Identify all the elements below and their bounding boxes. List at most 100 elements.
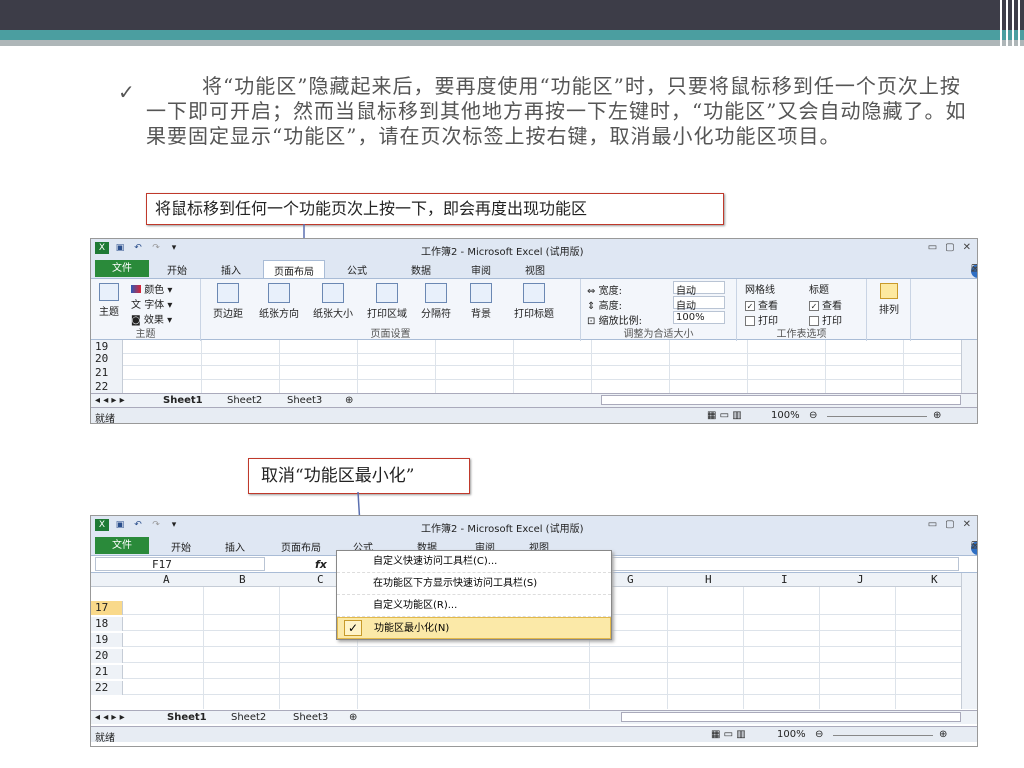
sheet-nav-icon[interactable]: ◂ ◂ ▸ ▸ — [95, 395, 125, 406]
sheet-tab-1[interactable]: Sheet1 — [163, 395, 203, 406]
column-header[interactable]: B — [239, 573, 246, 586]
row-header[interactable]: 21 — [91, 665, 123, 679]
theme-button[interactable]: 主题 — [95, 283, 123, 318]
column-header[interactable]: I — [781, 573, 788, 586]
sheet-tab-2[interactable]: Sheet2 — [231, 712, 266, 723]
sheet-tab-2[interactable]: Sheet2 — [227, 395, 262, 406]
save-icon[interactable]: ▣ — [113, 242, 127, 254]
menu-item-show-qat-below[interactable]: 在功能区下方显示快速访问工具栏(S) — [337, 573, 611, 595]
menu-item-customize-ribbon[interactable]: 自定义功能区(R)... — [337, 595, 611, 617]
row-header[interactable]: 18 — [91, 617, 123, 631]
height-select[interactable]: 自动 — [673, 296, 725, 312]
breaks-button[interactable]: 分隔符 — [415, 283, 457, 320]
zoom-out-icon[interactable]: ⊖ — [809, 410, 817, 421]
gridlines-view-checkbox[interactable]: ✓ 查看 — [745, 297, 778, 312]
print-area-button[interactable]: 打印区域 — [361, 283, 413, 320]
minimize-icon[interactable]: ▭ — [928, 519, 937, 530]
close-icon[interactable]: ✕ — [963, 242, 971, 253]
menu-item-label: 自定义快速访问工具栏(C)... — [373, 556, 498, 567]
menu-item-minimize-ribbon[interactable]: ✓ 功能区最小化(N) — [337, 617, 611, 639]
view-normal-icon[interactable]: ▦ ▭ ▥ — [707, 410, 742, 421]
close-icon[interactable]: ✕ — [971, 264, 977, 275]
chevron-down-icon[interactable]: ▾ — [167, 242, 181, 254]
maximize-icon[interactable]: ▢ — [945, 242, 954, 253]
column-header[interactable]: H — [705, 573, 712, 586]
new-sheet-icon[interactable]: ⊕ — [349, 712, 357, 723]
sheet-tab-1[interactable]: Sheet1 — [167, 712, 207, 723]
redo-icon[interactable]: ↷ — [149, 242, 163, 254]
colors-button[interactable]: 颜色 ▾ — [131, 281, 172, 296]
scale-stepper[interactable]: 100% — [673, 311, 725, 324]
save-icon[interactable]: ▣ — [113, 519, 127, 531]
zoom-slider[interactable] — [827, 416, 927, 417]
checkbox-label: 查看 — [758, 301, 778, 312]
tab-file[interactable]: 文件 — [95, 260, 149, 277]
row-header[interactable]: 22 — [91, 380, 123, 394]
callout-uncheck-minimize: 取消“功能区最小化” — [248, 458, 470, 494]
formula-input[interactable] — [611, 557, 959, 571]
row-header[interactable]: 20 — [91, 649, 123, 663]
column-header[interactable]: C — [317, 573, 324, 586]
tab-review[interactable]: 审阅 — [471, 262, 491, 277]
zoom-in-icon[interactable]: ⊕ — [939, 729, 947, 740]
minimize-icon[interactable]: ▭ — [928, 242, 937, 253]
tab-file[interactable]: 文件 — [95, 537, 149, 554]
arrange-button[interactable]: 排列 — [873, 283, 905, 316]
row-header-selected[interactable]: 17 — [91, 601, 123, 615]
function-icon[interactable]: fx — [315, 558, 327, 571]
column-header[interactable]: A — [163, 573, 170, 586]
zoom-out-icon[interactable]: ⊖ — [815, 729, 823, 740]
new-sheet-icon[interactable]: ⊕ — [345, 395, 353, 406]
fonts-button[interactable]: 文 字体 ▾ — [131, 296, 172, 311]
margins-button[interactable]: 页边距 — [205, 283, 251, 320]
tab-data[interactable]: 数据 — [411, 262, 431, 277]
margins-icon — [217, 283, 239, 303]
close-icon[interactable]: ✕ — [971, 541, 977, 552]
menu-item-label: 在功能区下方显示快速访问工具栏(S) — [373, 578, 538, 589]
view-normal-icon[interactable]: ▦ ▭ ▥ — [711, 729, 746, 740]
redo-icon[interactable]: ↷ — [149, 519, 163, 531]
undo-icon[interactable]: ↶ — [131, 242, 145, 254]
checkbox-label: 查看 — [822, 301, 842, 312]
close-icon[interactable]: ✕ — [963, 519, 971, 530]
horizontal-scrollbar[interactable] — [621, 712, 961, 722]
row-header[interactable]: 22 — [91, 681, 123, 695]
tab-insert[interactable]: 插入 — [221, 262, 241, 277]
sheet-nav-icon[interactable]: ◂ ◂ ▸ ▸ — [95, 712, 125, 723]
tab-page-layout[interactable]: 页面布局 — [281, 539, 321, 554]
sheet-tab-3[interactable]: Sheet3 — [293, 712, 328, 723]
tab-insert[interactable]: 插入 — [225, 539, 245, 554]
column-header[interactable]: G — [627, 573, 634, 586]
tab-view[interactable]: 视图 — [525, 262, 545, 277]
maximize-icon[interactable]: ▢ — [945, 519, 954, 530]
header-band — [0, 0, 1024, 30]
tab-formulas[interactable]: 公式 — [347, 262, 367, 277]
row-header[interactable]: 19 — [91, 633, 123, 647]
orientation-button[interactable]: 纸张方向 — [253, 283, 305, 320]
worksheet-grid[interactable]: 19 20 21 22 — [91, 340, 977, 394]
tab-home[interactable]: 开始 — [167, 262, 187, 277]
tab-home[interactable]: 开始 — [171, 539, 191, 554]
print-titles-button[interactable]: 打印标题 — [505, 283, 563, 320]
name-box[interactable]: F17 — [95, 557, 265, 571]
background-button[interactable]: 背景 — [461, 283, 501, 320]
chevron-down-icon[interactable]: ▾ — [167, 519, 181, 531]
group-sheet-options: 网格线 标题 ✓ 查看 ✓ 查看 打印 打印 工作表选项 — [737, 279, 867, 341]
horizontal-scrollbar[interactable] — [601, 395, 961, 405]
column-header[interactable]: K — [931, 573, 938, 586]
vertical-scrollbar[interactable] — [961, 340, 977, 394]
zoom-slider[interactable] — [833, 735, 933, 736]
width-select[interactable]: 自动 — [673, 281, 725, 297]
undo-icon[interactable]: ↶ — [131, 519, 145, 531]
tab-page-layout[interactable]: 页面布局 — [263, 260, 325, 278]
size-button[interactable]: 纸张大小 — [307, 283, 359, 320]
zoom-in-icon[interactable]: ⊕ — [933, 410, 941, 421]
row-header[interactable]: 20 — [91, 352, 123, 366]
row-header[interactable]: 21 — [91, 366, 123, 380]
headings-view-checkbox[interactable]: ✓ 查看 — [809, 297, 842, 312]
vertical-scrollbar[interactable] — [961, 573, 977, 709]
effects-button[interactable]: ◙ 效果 ▾ — [131, 311, 172, 326]
sheet-tab-3[interactable]: Sheet3 — [287, 395, 322, 406]
column-header[interactable]: J — [857, 573, 864, 586]
menu-item-customize-qat[interactable]: 自定义快速访问工具栏(C)... — [337, 551, 611, 573]
